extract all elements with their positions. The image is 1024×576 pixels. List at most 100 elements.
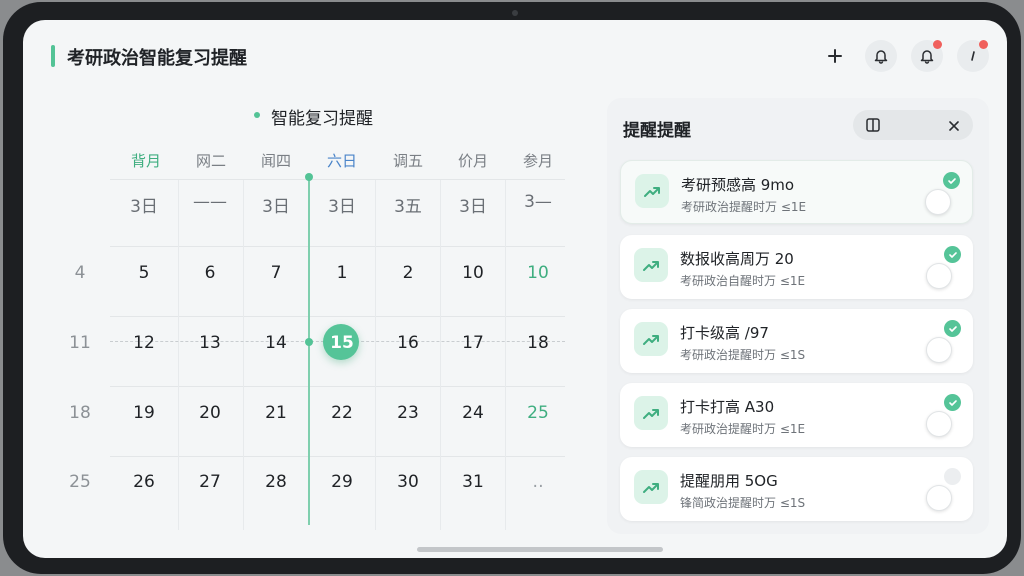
reminder-subtitle: 考研政治提醒时万 ≤1E — [680, 422, 806, 436]
weekday-label: 网二 — [195, 152, 226, 170]
title-accent-bar — [51, 45, 55, 67]
reminder-panel: 提醒提醒 考研预感高 9mo 考研政治提醒时万 ≤1E 数报收高周万 20 考研… — [607, 98, 989, 534]
card-icon-wrap — [635, 174, 669, 208]
reminder-subtitle: 考研政治提醒时万 ≤1S — [680, 348, 806, 362]
more-button[interactable] — [957, 40, 989, 72]
reminder-toggle[interactable] — [925, 189, 951, 215]
weekday-label: 调五 — [392, 152, 423, 170]
calendar-day[interactable]: 3日 — [309, 192, 375, 217]
reminder-title: 提醒朋用 5OG — [680, 472, 778, 490]
card-icon-wrap — [634, 470, 668, 504]
calendar-day[interactable]: 6 — [177, 263, 243, 283]
calendar-day[interactable]: —— — [177, 192, 243, 212]
bell-icon — [920, 50, 934, 64]
reminder-title: 打卡级高 /97 — [680, 324, 769, 342]
calendar-day[interactable]: 29 — [309, 472, 375, 492]
calendar-day[interactable]: 10 — [505, 263, 571, 283]
reminder-toggle[interactable] — [926, 485, 952, 511]
calendar-day[interactable]: 14 — [243, 333, 309, 353]
notification-badge — [933, 40, 942, 49]
notifications-button[interactable] — [865, 40, 897, 72]
home-indicator[interactable] — [417, 547, 663, 552]
check-icon — [948, 251, 957, 258]
calendar-day[interactable]: 3五 — [375, 192, 441, 217]
calendar-day[interactable]: 24 — [440, 403, 506, 423]
page-title: 考研政治智能复习提醒 — [67, 48, 247, 69]
calendar-day[interactable]: 27 — [177, 472, 243, 492]
weekday-label: 六日 — [326, 152, 357, 170]
calendar-day[interactable]: 3日 — [243, 192, 309, 217]
calendar-day-today[interactable]: 15 — [309, 333, 375, 353]
screen: 考研政治智能复习提醒 智能复习提醒 背月 网二 闻四 六日 调五 价月 参月 3… — [23, 20, 1007, 558]
calendar-day[interactable]: 26 — [111, 472, 177, 492]
check-icon — [948, 325, 957, 332]
reminder-toggle[interactable] — [926, 411, 952, 437]
calendar-day[interactable]: 23 — [375, 403, 441, 423]
card-icon-wrap — [634, 248, 668, 282]
panel-title: 提醒提醒 — [623, 121, 691, 141]
current-day-marker — [305, 173, 313, 181]
calendar-title-dot — [254, 112, 260, 118]
camera — [512, 10, 518, 16]
calendar-day[interactable]: 31 — [440, 472, 506, 492]
plus-icon — [828, 49, 842, 63]
close-panel-button[interactable] — [947, 118, 961, 137]
calendar-day[interactable]: 3日 — [440, 192, 506, 217]
calendar-day[interactable]: 2 — [375, 263, 441, 283]
calendar-day[interactable]: 13 — [177, 333, 243, 353]
calendar-day[interactable]: 18 — [505, 333, 571, 353]
week-number: 4 — [74, 263, 86, 283]
more-vertical-icon — [971, 51, 975, 61]
check-badge — [944, 394, 961, 411]
check-icon — [947, 177, 956, 184]
trending-up-icon — [643, 335, 659, 345]
weekday-label: 价月 — [457, 152, 488, 170]
calendar-day[interactable]: ‥ — [505, 472, 571, 492]
calendar-day[interactable]: 20 — [177, 403, 243, 423]
reminder-card[interactable]: 提醒朋用 5OG 锋简政治提醒时万 ≤1S — [620, 457, 973, 521]
calendar-day[interactable]: 21 — [243, 403, 309, 423]
week-number: 25 — [69, 472, 91, 492]
calendar-title: 智能复习提醒 — [271, 109, 373, 129]
reminder-card[interactable]: 打卡级高 /97 考研政治提醒时万 ≤1S — [620, 309, 973, 373]
reminder-toggle[interactable] — [926, 263, 952, 289]
reminder-card[interactable]: 数报收高周万 20 考研政治自醒时万 ≤1E — [620, 235, 973, 299]
card-icon-wrap — [634, 322, 668, 356]
check-badge — [943, 172, 960, 189]
card-icon-wrap — [634, 396, 668, 430]
calendar-day[interactable]: 25 — [505, 403, 571, 423]
calendar-day[interactable]: 3— — [505, 192, 571, 212]
calendar-day[interactable]: 28 — [243, 472, 309, 492]
check-badge — [944, 320, 961, 337]
calendar-day[interactable]: 19 — [111, 403, 177, 423]
reminder-title: 数报收高周万 20 — [680, 250, 794, 268]
trending-up-icon — [643, 261, 659, 271]
calendar-day[interactable]: 1 — [309, 263, 375, 283]
notification-badge — [979, 40, 988, 49]
reminder-card[interactable]: 考研预感高 9mo 考研政治提醒时万 ≤1E — [620, 160, 973, 224]
check-badge-inactive — [944, 468, 961, 485]
calendar-day[interactable]: 10 — [440, 263, 506, 283]
week-number: 11 — [69, 333, 91, 353]
calendar-day[interactable]: 12 — [111, 333, 177, 353]
trending-up-icon — [644, 187, 660, 197]
reminder-card[interactable]: 打卡打高 A30 考研政治提醒时万 ≤1E — [620, 383, 973, 447]
bell-icon — [874, 50, 888, 64]
check-icon — [948, 399, 957, 406]
calendar-day[interactable]: 17 — [440, 333, 506, 353]
layout-toggle-button[interactable] — [865, 117, 881, 137]
calendar-day[interactable]: 16 — [375, 333, 441, 353]
calendar-day[interactable]: 5 — [111, 263, 177, 283]
calendar-day[interactable]: 22 — [309, 403, 375, 423]
close-icon — [949, 121, 959, 131]
reminder-title: 考研预感高 9mo — [681, 176, 795, 194]
panel-toolbar — [853, 110, 973, 140]
sidebar-layout-icon — [866, 118, 880, 132]
calendar-day[interactable]: 30 — [375, 472, 441, 492]
alerts-button[interactable] — [911, 40, 943, 72]
calendar-day[interactable]: 7 — [243, 263, 309, 283]
add-button[interactable] — [819, 40, 851, 72]
calendar-day[interactable]: 3日 — [111, 192, 177, 217]
reminder-toggle[interactable] — [926, 337, 952, 363]
reminder-subtitle: 考研政治提醒时万 ≤1E — [681, 200, 807, 214]
